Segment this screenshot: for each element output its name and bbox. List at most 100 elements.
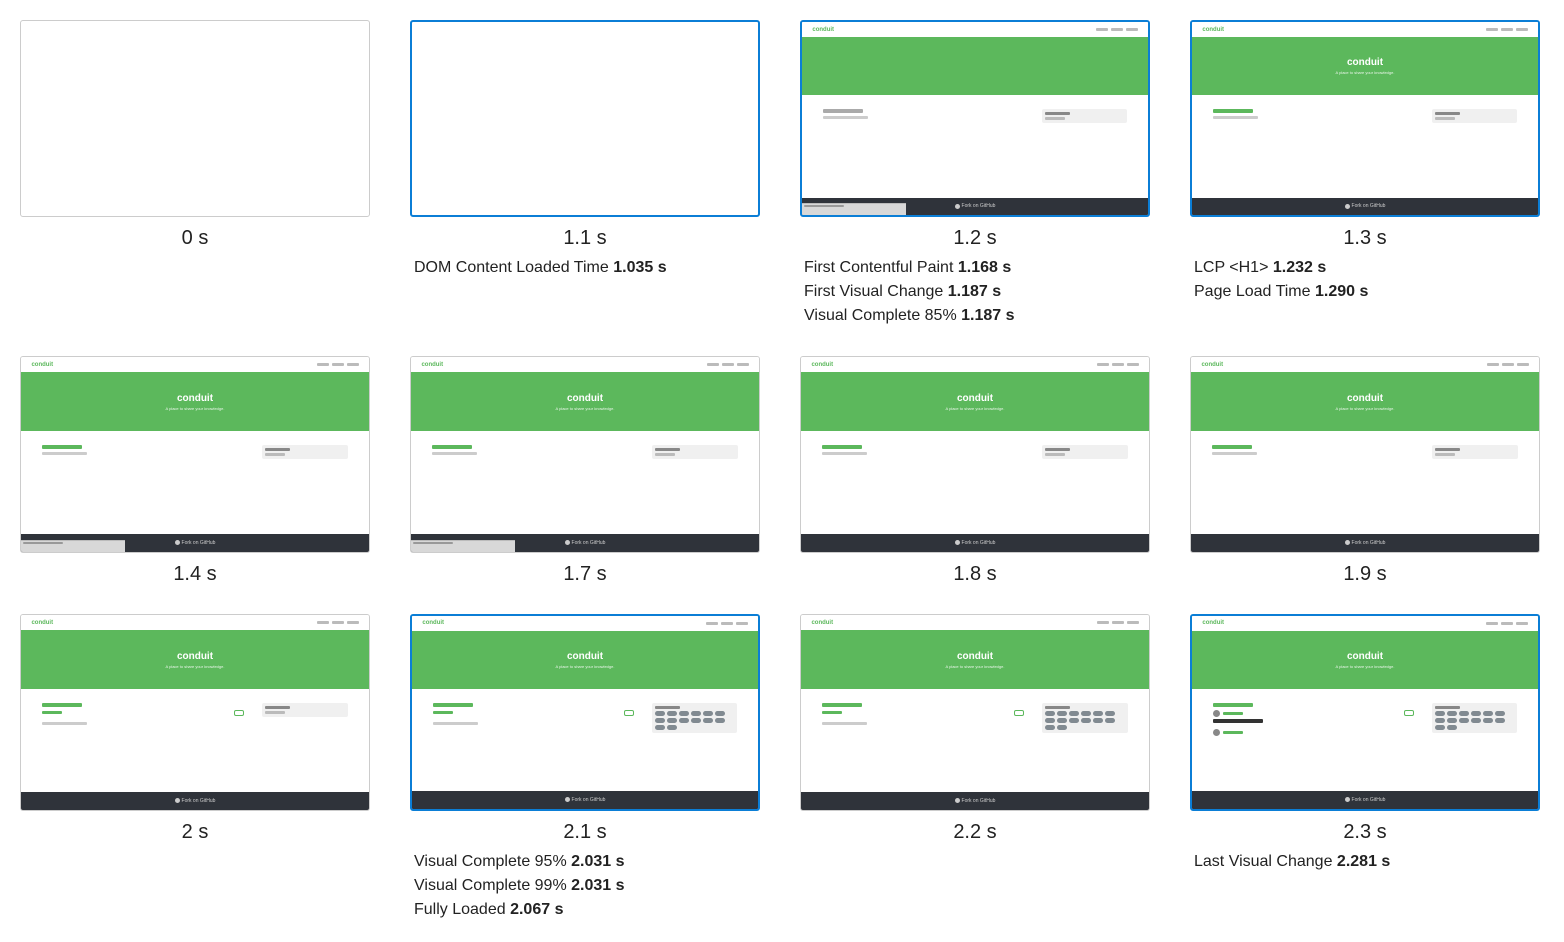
- nav-link[interactable]: [1112, 621, 1124, 624]
- tag-pill[interactable]: [1471, 718, 1481, 723]
- tag-pill[interactable]: [1045, 725, 1055, 730]
- tag-pill[interactable]: [1045, 718, 1055, 723]
- tag-pill[interactable]: [667, 711, 677, 716]
- nav-link[interactable]: [1517, 363, 1529, 366]
- tag-pill[interactable]: [1435, 725, 1445, 730]
- feed-tab-active[interactable]: [1212, 445, 1252, 449]
- footer-link[interactable]: Fork on GitHub: [175, 540, 216, 546]
- tag-pill[interactable]: [1057, 711, 1067, 716]
- tag-pill[interactable]: [667, 718, 677, 723]
- screenshot-thumbnail[interactable]: conduitconduitA place to share your know…: [20, 614, 370, 811]
- footer-link[interactable]: Fork on GitHub: [1345, 797, 1386, 803]
- nav-link[interactable]: [1501, 28, 1513, 31]
- tag-pill[interactable]: [679, 718, 689, 723]
- feed-tab-active[interactable]: [1213, 109, 1253, 113]
- tag-pill[interactable]: [1093, 711, 1103, 716]
- screenshot-thumbnail[interactable]: [20, 20, 370, 217]
- nav-link[interactable]: [1097, 363, 1109, 366]
- nav-link[interactable]: [1516, 28, 1528, 31]
- tag-pill[interactable]: [1105, 718, 1115, 723]
- tag-pill[interactable]: [1045, 711, 1055, 716]
- article-item[interactable]: [1213, 729, 1414, 736]
- tag-pill[interactable]: [1459, 711, 1469, 716]
- feed-tab-active[interactable]: [42, 703, 82, 707]
- favorite-button[interactable]: [1014, 710, 1024, 716]
- tag-pill[interactable]: [1081, 718, 1091, 723]
- screenshot-thumbnail[interactable]: conduitconduitA place to share your know…: [410, 614, 760, 811]
- screenshot-thumbnail[interactable]: conduitconduitA place to share your know…: [20, 356, 370, 553]
- nav-link[interactable]: [1112, 363, 1124, 366]
- nav-link[interactable]: [1486, 28, 1498, 31]
- feed-tab-active[interactable]: [432, 445, 472, 449]
- article-item[interactable]: [1213, 710, 1414, 723]
- feed-tab-active[interactable]: [822, 703, 862, 707]
- tag-pill[interactable]: [1105, 711, 1115, 716]
- tag-pill[interactable]: [715, 718, 725, 723]
- tag-pill[interactable]: [1447, 718, 1457, 723]
- tag-pill[interactable]: [1459, 718, 1469, 723]
- brand-logo[interactable]: conduit: [31, 620, 53, 626]
- favorite-button[interactable]: [624, 710, 634, 716]
- nav-link[interactable]: [1486, 622, 1498, 625]
- tag-pill[interactable]: [1057, 718, 1067, 723]
- tag-pill[interactable]: [1447, 725, 1457, 730]
- article-item[interactable]: [42, 710, 244, 716]
- nav-link[interactable]: [706, 622, 718, 625]
- feed-tab-active[interactable]: [823, 109, 863, 113]
- brand-logo[interactable]: conduit: [31, 362, 53, 368]
- screenshot-thumbnail[interactable]: [410, 20, 760, 217]
- nav-link[interactable]: [317, 621, 329, 624]
- tag-pill[interactable]: [1081, 711, 1091, 716]
- tag-pill[interactable]: [1495, 718, 1505, 723]
- screenshot-thumbnail[interactable]: conduitconduitA place to share your know…: [1190, 614, 1540, 811]
- tag-pill[interactable]: [703, 718, 713, 723]
- tag-pill[interactable]: [1483, 711, 1493, 716]
- tag-pill[interactable]: [667, 725, 677, 730]
- nav-link[interactable]: [1502, 363, 1514, 366]
- tag-pill[interactable]: [1471, 711, 1481, 716]
- nav-link[interactable]: [722, 363, 734, 366]
- footer-link[interactable]: Fork on GitHub: [565, 540, 606, 546]
- screenshot-thumbnail[interactable]: conduitconduitA place to share your know…: [1190, 356, 1540, 553]
- tag-pill[interactable]: [1435, 718, 1445, 723]
- article-item[interactable]: [433, 710, 634, 716]
- nav-link[interactable]: [737, 363, 749, 366]
- tag-pill[interactable]: [703, 711, 713, 716]
- nav-link[interactable]: [1097, 621, 1109, 624]
- favorite-button[interactable]: [1404, 710, 1414, 716]
- feed-tab-active[interactable]: [822, 445, 862, 449]
- brand-logo[interactable]: conduit: [1202, 620, 1224, 626]
- tag-pill[interactable]: [655, 718, 665, 723]
- nav-link[interactable]: [332, 621, 344, 624]
- article-item[interactable]: [822, 710, 1024, 716]
- footer-link[interactable]: Fork on GitHub: [955, 540, 996, 546]
- footer-link[interactable]: Fork on GitHub: [565, 797, 606, 803]
- brand-logo[interactable]: conduit: [1202, 27, 1224, 33]
- screenshot-thumbnail[interactable]: conduit Fork on GitHub: [800, 20, 1150, 217]
- nav-link[interactable]: [1487, 363, 1499, 366]
- tag-pill[interactable]: [1495, 711, 1505, 716]
- tag-pill[interactable]: [679, 711, 689, 716]
- nav-link[interactable]: [707, 363, 719, 366]
- brand-logo[interactable]: conduit: [1201, 362, 1223, 368]
- footer-link[interactable]: Fork on GitHub: [955, 203, 996, 209]
- brand-logo[interactable]: conduit: [811, 620, 833, 626]
- tag-pill[interactable]: [1093, 718, 1103, 723]
- tag-pill[interactable]: [715, 711, 725, 716]
- tag-pill[interactable]: [1483, 718, 1493, 723]
- nav-link[interactable]: [347, 363, 359, 366]
- brand-logo[interactable]: conduit: [811, 362, 833, 368]
- tag-pill[interactable]: [1057, 725, 1067, 730]
- nav-link[interactable]: [1127, 621, 1139, 624]
- tag-pill[interactable]: [691, 718, 701, 723]
- feed-tab-active[interactable]: [42, 445, 82, 449]
- feed-tab-active[interactable]: [433, 703, 473, 707]
- brand-logo[interactable]: conduit: [812, 27, 834, 33]
- tag-pill[interactable]: [691, 711, 701, 716]
- footer-link[interactable]: Fork on GitHub: [1345, 540, 1386, 546]
- nav-link[interactable]: [736, 622, 748, 625]
- brand-logo[interactable]: conduit: [422, 620, 444, 626]
- nav-link[interactable]: [721, 622, 733, 625]
- screenshot-thumbnail[interactable]: conduitconduitA place to share your know…: [410, 356, 760, 553]
- nav-link[interactable]: [1501, 622, 1513, 625]
